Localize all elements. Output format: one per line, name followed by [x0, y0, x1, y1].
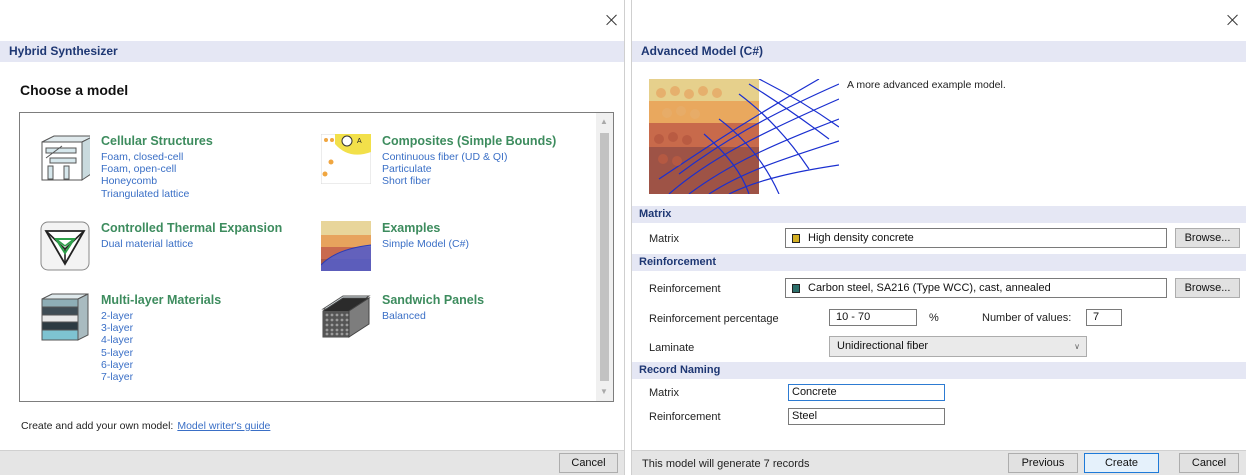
- category-title[interactable]: Examples: [382, 221, 440, 235]
- laminate-value: Unidirectional fiber: [837, 340, 929, 352]
- laminate-label: Laminate: [649, 342, 695, 354]
- category-title[interactable]: Sandwich Panels: [382, 293, 484, 307]
- model-link[interactable]: 4-layer: [101, 334, 133, 346]
- status-text: This model will generate 7 records: [642, 458, 810, 470]
- section-record-naming: Record Naming: [632, 362, 1246, 379]
- model-link[interactable]: Short fiber: [382, 175, 507, 187]
- matrix-field[interactable]: High density concrete: [785, 228, 1167, 248]
- percent-unit: %: [929, 312, 939, 324]
- section-reinforcement: Reinforcement: [632, 254, 1246, 271]
- model-link[interactable]: Foam, closed-cell: [101, 151, 189, 163]
- hybrid-synthesizer-dialog: Hybrid Synthesizer Choose a model Cellul…: [0, 0, 625, 475]
- footer-text: Create and add your own model: Model writ…: [21, 420, 270, 432]
- model-link[interactable]: Particulate: [382, 163, 507, 175]
- reinforcement-swatch: [792, 284, 800, 293]
- category-title[interactable]: Cellular Structures: [101, 134, 213, 148]
- category-title[interactable]: Composites (Simple Bounds): [382, 134, 556, 148]
- model-link[interactable]: Triangulated lattice: [101, 188, 189, 200]
- naming-matrix-input[interactable]: Concrete: [788, 384, 945, 401]
- naming-reinforcement-input[interactable]: Steel: [788, 408, 945, 425]
- model-link[interactable]: 3-layer: [101, 322, 133, 334]
- naming-matrix-label: Matrix: [649, 387, 679, 399]
- close-icon[interactable]: [604, 12, 620, 28]
- scrollbar-thumb[interactable]: [600, 133, 609, 381]
- model-link[interactable]: Foam, open-cell: [101, 163, 189, 175]
- model-link[interactable]: 6-layer: [101, 359, 133, 371]
- model-writers-guide-link[interactable]: Model writer's guide: [177, 420, 270, 432]
- close-icon[interactable]: [1225, 12, 1241, 28]
- model-link[interactable]: Dual material lattice: [101, 238, 193, 250]
- category-title[interactable]: Multi-layer Materials: [101, 293, 221, 307]
- chevron-down-icon: ∨: [1074, 342, 1080, 351]
- composites-icon: A: [321, 134, 371, 184]
- matrix-label: Matrix: [649, 233, 679, 245]
- number-of-values-input[interactable]: 7: [1086, 309, 1122, 326]
- model-link[interactable]: 7-layer: [101, 371, 133, 383]
- previous-button[interactable]: Previous: [1008, 453, 1078, 473]
- model-link[interactable]: Continuous fiber (UD & QI): [382, 151, 507, 163]
- naming-reinforcement-label: Reinforcement: [649, 411, 721, 423]
- model-link[interactable]: 2-layer: [101, 310, 133, 322]
- scroll-down-icon[interactable]: ▼: [600, 388, 608, 396]
- reinforcement-field[interactable]: Carbon steel, SA216 (Type WCC), cast, an…: [785, 278, 1167, 298]
- number-of-values-label: Number of values:: [982, 312, 1072, 324]
- dialog-title: Hybrid Synthesizer: [0, 41, 624, 62]
- dialog-title: Advanced Model (C#): [632, 41, 1246, 62]
- multilayer-materials-icon: [41, 293, 89, 341]
- cancel-button[interactable]: Cancel: [559, 453, 618, 473]
- category-title[interactable]: Controlled Thermal Expansion: [101, 221, 282, 235]
- reinforcement-percentage-input[interactable]: 10 - 70: [829, 309, 917, 326]
- thermal-expansion-icon: [40, 221, 90, 271]
- scroll-up-icon[interactable]: ▲: [600, 118, 608, 126]
- matrix-browse-button[interactable]: Browse...: [1175, 228, 1240, 248]
- vertical-scrollbar[interactable]: ▲ ▼: [596, 113, 613, 401]
- advanced-model-dialog: Advanced Model (C#) A more advanced exam…: [631, 0, 1246, 475]
- examples-icon: [321, 221, 371, 271]
- model-list: Cellular Structures Foam, closed-cell Fo…: [19, 112, 614, 402]
- matrix-value: High density concrete: [808, 232, 914, 244]
- cancel-button[interactable]: Cancel: [1179, 453, 1239, 473]
- composite-icon-label: A: [357, 138, 362, 145]
- create-button[interactable]: Create: [1084, 453, 1159, 473]
- model-link[interactable]: 5-layer: [101, 347, 133, 359]
- model-preview-image: [649, 79, 839, 194]
- cellular-structures-icon: [41, 135, 90, 181]
- reinforcement-label: Reinforcement: [649, 283, 721, 295]
- reinforcement-percentage-label: Reinforcement percentage: [649, 313, 779, 325]
- sandwich-panels-icon: [321, 295, 371, 338]
- reinforcement-value: Carbon steel, SA216 (Type WCC), cast, an…: [808, 282, 1051, 294]
- section-matrix: Matrix: [632, 206, 1246, 223]
- matrix-swatch: [792, 234, 800, 243]
- model-description: A more advanced example model.: [847, 79, 1006, 91]
- laminate-select[interactable]: Unidirectional fiber ∨: [829, 336, 1087, 357]
- model-link[interactable]: Simple Model (C#): [382, 238, 469, 250]
- page-title: Choose a model: [20, 82, 129, 98]
- model-link[interactable]: Honeycomb: [101, 175, 189, 187]
- model-link[interactable]: Balanced: [382, 310, 426, 322]
- footer-label: Create and add your own model:: [21, 420, 174, 432]
- button-bar: [0, 450, 624, 475]
- reinforcement-browse-button[interactable]: Browse...: [1175, 278, 1240, 298]
